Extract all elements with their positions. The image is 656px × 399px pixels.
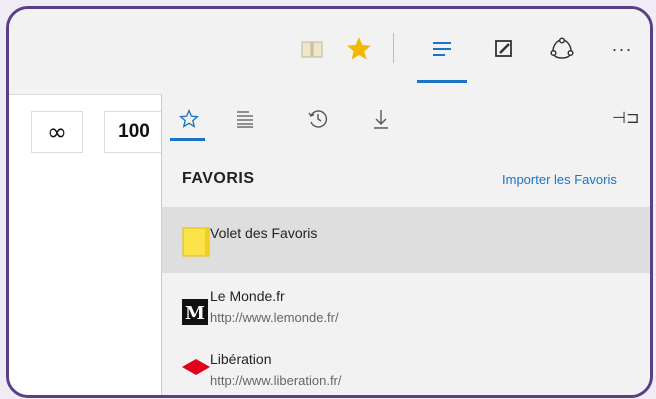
notes-icon[interactable] (489, 34, 519, 64)
pin-icon[interactable]: ⊣⊐ (612, 108, 639, 127)
favorites-star-icon[interactable] (344, 34, 374, 64)
more-icon[interactable]: ··· (607, 34, 637, 64)
item-name: Libération (210, 351, 272, 367)
favorites-list-item[interactable]: M Le Monde.fr http://www.lemonde.fr/ (162, 276, 650, 336)
liberation-logo-icon (182, 359, 210, 380)
hub-active-indicator (417, 80, 467, 83)
history-tab[interactable] (303, 104, 333, 134)
download-arrow-icon (374, 110, 388, 129)
svg-text:M: M (185, 303, 205, 324)
reading-view-icon[interactable] (297, 34, 327, 64)
reading-list-tab[interactable] (230, 104, 260, 134)
item-url: http://www.liberation.fr/ (210, 373, 342, 388)
reading-list-icon (237, 111, 253, 128)
favorites-tab-indicator (170, 138, 205, 141)
history-clock-icon (308, 110, 328, 128)
favorites-heading: FAVORIS (182, 170, 255, 187)
page-content: ∞ 100 (9, 95, 164, 395)
item-name: Le Monde.fr (210, 288, 285, 304)
hub-panel: ⊣⊐ FAVORIS Importer les Favoris Volet de… (161, 94, 650, 395)
hub-icon[interactable] (427, 34, 457, 64)
hundred-button[interactable]: 100 (104, 111, 164, 153)
downloads-tab[interactable] (366, 104, 396, 134)
star-outline-icon (179, 109, 199, 128)
import-favorites-link[interactable]: Importer les Favoris (502, 172, 617, 187)
browser-toolbar: ··· (9, 9, 650, 95)
favorites-tab[interactable] (174, 104, 204, 134)
item-url: http://www.lemonde.fr/ (210, 310, 339, 325)
favorites-list-item[interactable]: Libération http://www.liberation.fr/ (162, 339, 650, 395)
share-icon[interactable] (547, 34, 577, 64)
favorites-list-item[interactable]: Volet des Favoris (162, 207, 650, 273)
le-monde-logo-icon: M (182, 299, 208, 330)
toolbar-separator (393, 33, 394, 63)
infinity-button[interactable]: ∞ (31, 111, 83, 153)
folder-icon (182, 227, 210, 262)
browser-window: ··· ∞ 100 ⊣⊐ FAVORIS Importer les Favori… (6, 6, 653, 398)
item-name: Volet des Favoris (210, 225, 318, 241)
